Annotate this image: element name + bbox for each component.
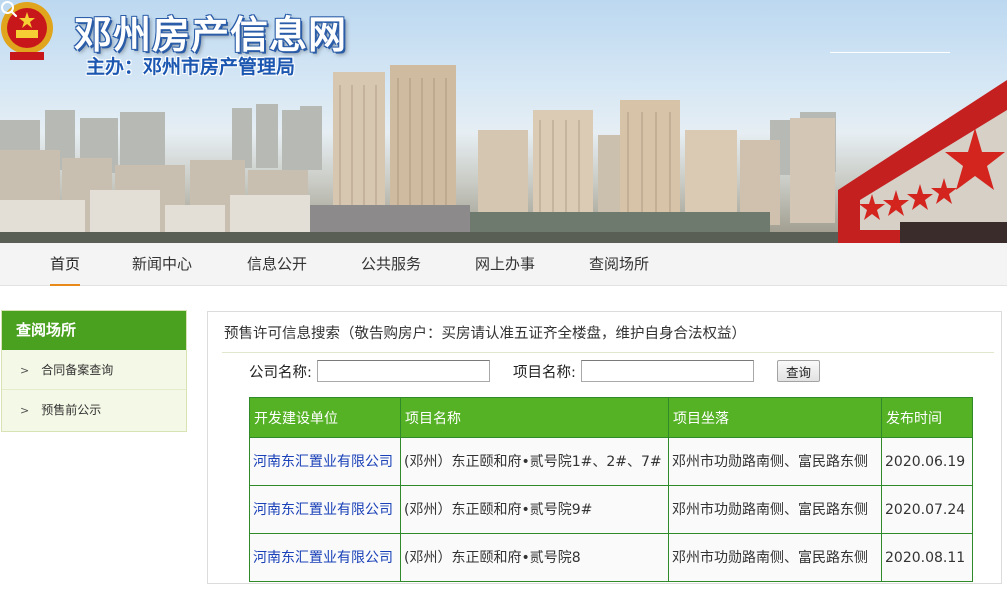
sidebar-item-presale-notice[interactable]: > 预售前公示 [2,390,186,430]
company-name-label: 公司名称: [249,365,312,381]
column-header-location: 项目坐落 [668,397,882,438]
table-row: 河南东汇置业有限公司 (邓州）东正颐和府•贰号院9# 邓州市功勋路南侧、富民路东… [249,485,973,534]
sidebar-item-contract-filing[interactable]: > 合同备案查询 [2,350,186,390]
developer-link[interactable]: 河南东汇置业有限公司 [249,437,401,486]
location-cell: 邓州市功勋路南侧、富民路东侧 [668,437,882,486]
project-name-label: 项目名称: [513,365,576,381]
main-nav: 首页 新闻中心 信息公开 公共服务 网上办事 查阅场所 [0,243,1007,286]
chevron-right-icon: > [20,364,30,377]
query-button[interactable]: 查询 [777,360,820,382]
column-header-project-name: 项目名称 [400,397,669,438]
nav-item-home[interactable]: 首页 [50,243,81,286]
project-name-cell: (邓州）东正颐和府•贰号院1#、2#、7# [400,437,669,486]
publish-date-cell: 2020.06.19 [881,437,973,486]
search-underline [830,52,950,53]
presale-results-table: 开发建设单位 项目名称 项目坐落 发布时间 河南东汇置业有限公司 (邓州）东正颐… [249,397,973,582]
company-name-input[interactable] [317,360,490,382]
header-banner: 邓州房产信息网 主办：邓州市房产管理局 [0,0,1007,243]
sidebar: 查阅场所 > 合同备案查询 > 预售前公示 [1,310,187,432]
location-cell: 邓州市功勋路南侧、富民路东侧 [668,533,882,582]
publish-date-cell: 2020.08.11 [881,533,973,582]
table-row: 河南东汇置业有限公司 (邓州）东正颐和府•贰号院8 邓州市功勋路南侧、富民路东侧… [249,533,973,582]
project-name-cell: (邓州）东正颐和府•贰号院8 [400,533,669,582]
sidebar-item-label: 预售前公示 [41,403,102,417]
site-search-input[interactable] [830,32,950,52]
sidebar-title: 查阅场所 [2,311,186,350]
divider [222,352,994,353]
column-header-developer: 开发建设单位 [249,397,401,438]
developer-link[interactable]: 河南东汇置业有限公司 [249,533,401,582]
developer-link[interactable]: 河南东汇置业有限公司 [249,485,401,534]
nav-item-lookup-venue[interactable]: 查阅场所 [589,243,649,286]
table-row: 河南东汇置业有限公司 (邓州）东正颐和府•贰号院1#、2#、7# 邓州市功勋路南… [249,437,973,486]
site-subtitle: 主办：邓州市房产管理局 [86,56,296,78]
site-title: 邓州房产信息网 [74,12,348,57]
panel-heading: 预售许可信息搜索（敬告购房户：买房请认准五证齐全楼盘，维护自身合法权益） [224,326,746,342]
project-name-input[interactable] [581,360,754,382]
location-cell: 邓州市功勋路南侧、富民路东侧 [668,485,882,534]
chevron-right-icon: > [20,404,30,417]
nav-item-online-services[interactable]: 网上办事 [475,243,535,286]
column-header-publish-date: 发布时间 [881,397,973,438]
nav-item-public-service[interactable]: 公共服务 [361,243,421,286]
presale-search-panel: 预售许可信息搜索（敬告购房户：买房请认准五证齐全楼盘，维护自身合法权益） 公司名… [207,311,1002,584]
table-header-row: 开发建设单位 项目名称 项目坐落 发布时间 [249,397,973,438]
publish-date-cell: 2020.07.24 [881,485,973,534]
search-icon[interactable] [0,0,18,18]
sidebar-item-label: 合同备案查询 [41,363,114,377]
nav-item-info-disclosure[interactable]: 信息公开 [247,243,307,286]
project-name-cell: (邓州）东正颐和府•贰号院9# [400,485,669,534]
nav-item-news[interactable]: 新闻中心 [132,243,192,286]
